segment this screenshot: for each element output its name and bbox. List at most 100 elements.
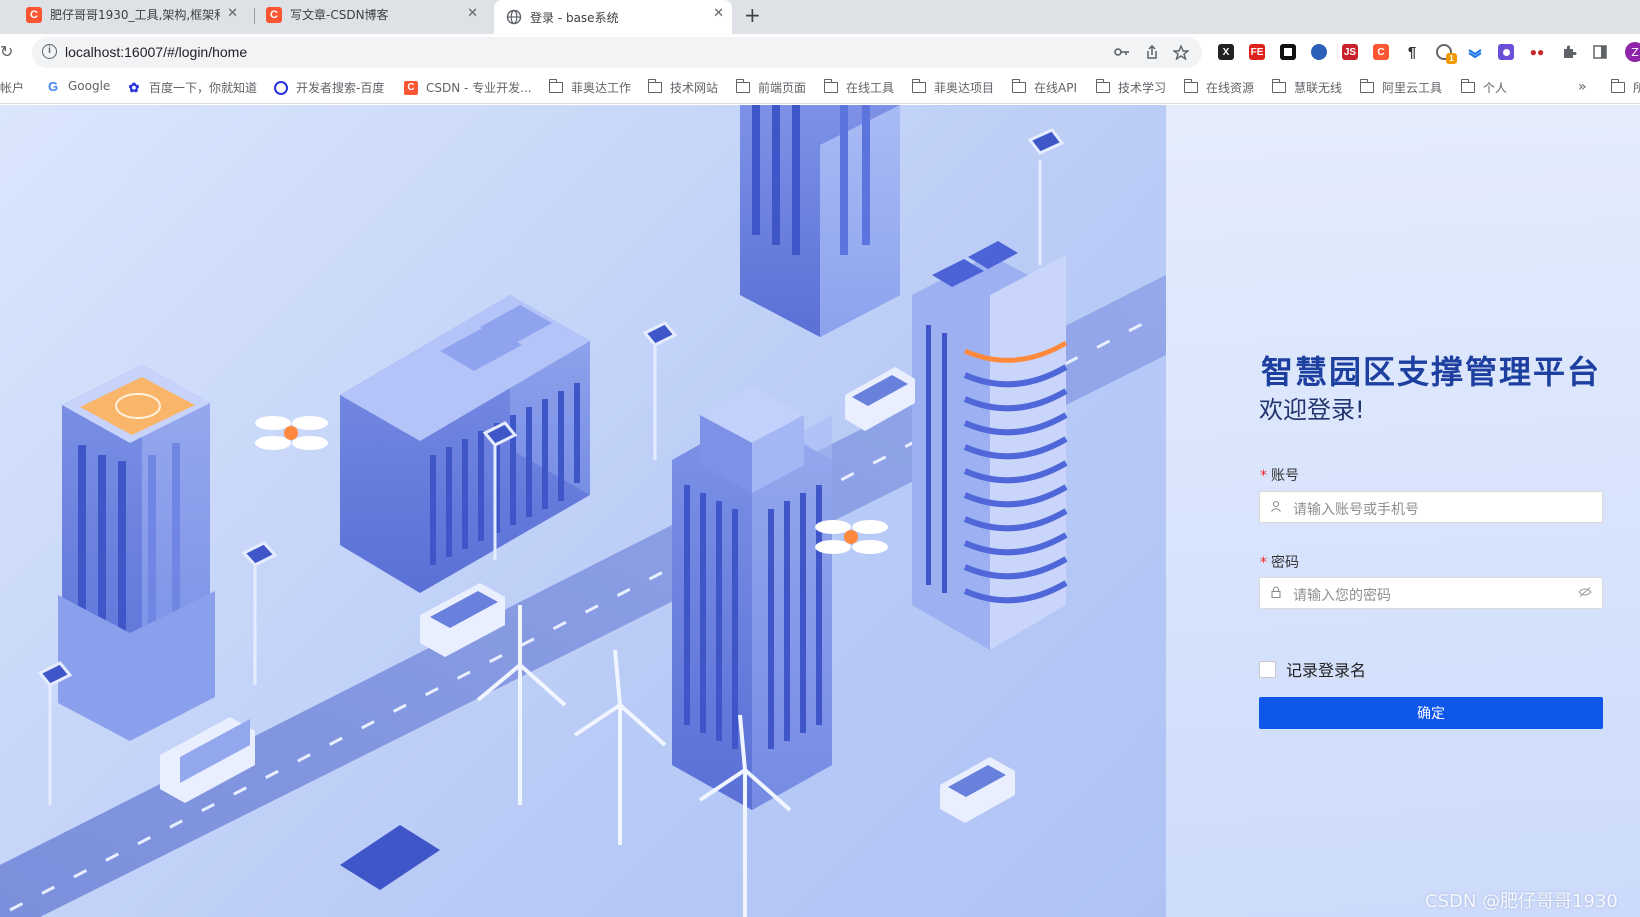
folder-icon bbox=[1272, 79, 1286, 93]
reload-icon[interactable]: ↻ bbox=[0, 42, 13, 61]
bookmark-csdn[interactable]: C CSDN - 专业开发... bbox=[404, 79, 532, 96]
address-bar[interactable]: i localhost:16007/#/login/home bbox=[32, 37, 1202, 68]
folder-icon bbox=[736, 79, 750, 93]
csdn-icon: C bbox=[26, 6, 42, 23]
fe-extension-icon[interactable]: FE bbox=[1249, 44, 1265, 60]
purple-extension-icon[interactable] bbox=[1498, 44, 1514, 60]
bookmark-folder[interactable]: 在线API bbox=[1012, 79, 1077, 96]
smart-city-illustration bbox=[0, 105, 1166, 917]
browser-tab-strip: C 肥仔哥哥1930_工具,架构,框架和 ✕ C 写文章-CSDN博客 ✕ 登录… bbox=[0, 0, 1640, 34]
paragraph-extension-icon[interactable]: ¶ bbox=[1404, 44, 1420, 61]
tab-login-active[interactable]: 登录 - base系统 ✕ bbox=[494, 0, 732, 34]
bookmark-account[interactable]: 帐户 bbox=[0, 79, 24, 96]
extension-badge: 1 bbox=[1446, 53, 1457, 64]
bookmark-label: 百度一下，你就知道 bbox=[149, 81, 258, 95]
platform-title: 智慧园区支撑管理平台 bbox=[1261, 353, 1602, 391]
remember-login[interactable]: 记录登录名 bbox=[1259, 657, 1366, 681]
welcome-heading: 欢迎登录! bbox=[1259, 396, 1365, 424]
folder-icon bbox=[1360, 79, 1374, 93]
folder-icon bbox=[912, 79, 926, 93]
tab-csdn-write[interactable]: C 写文章-CSDN博客 ✕ bbox=[258, 0, 486, 29]
folder-icon bbox=[1012, 79, 1026, 93]
bookmark-label: 阿里云工具 bbox=[1382, 81, 1443, 95]
account-input[interactable]: 请输入账号或手机号 bbox=[1259, 491, 1603, 523]
bookmark-folder[interactable]: 所 bbox=[1611, 79, 1640, 96]
profile-avatar[interactable]: Z bbox=[1625, 42, 1640, 62]
share-icon[interactable] bbox=[1145, 45, 1159, 60]
x-extension-icon[interactable]: X bbox=[1218, 44, 1234, 60]
account-label-text: 账号 bbox=[1271, 468, 1299, 484]
folder-icon bbox=[648, 79, 662, 93]
url-text[interactable]: localhost:16007/#/login/home bbox=[65, 44, 247, 60]
browser-toolbar: ↻ i localhost:16007/#/login/home X FE JS… bbox=[0, 34, 1640, 71]
bookmark-google[interactable]: G Google bbox=[46, 78, 111, 94]
puzzle-icon[interactable] bbox=[1561, 44, 1577, 60]
csdn-icon: C bbox=[266, 6, 282, 23]
close-icon[interactable]: ✕ bbox=[713, 6, 724, 21]
bookmark-folder[interactable]: 菲奥达工作 bbox=[549, 79, 631, 96]
password-label: * 密码 bbox=[1260, 552, 1299, 572]
eye-invisible-icon[interactable] bbox=[1578, 587, 1592, 597]
bookmark-folder[interactable]: 个人 bbox=[1461, 79, 1507, 96]
tab-title: 肥仔哥哥1930_工具,架构,框架和 bbox=[50, 8, 220, 22]
drone-left bbox=[255, 416, 328, 450]
bookmark-dev-search[interactable]: 开发者搜索-百度 bbox=[274, 79, 384, 96]
bookmark-label: 个人 bbox=[1483, 81, 1508, 95]
remember-checkbox[interactable] bbox=[1259, 660, 1276, 678]
bookmarks-overflow-button[interactable]: » bbox=[1578, 79, 1587, 95]
login-page: 智慧园区支撑管理平台 欢迎登录! * 账号 请输入账号或手机号 * 密码 请输入您的… bbox=[0, 105, 1640, 917]
bookmark-folder[interactable]: 技术网站 bbox=[648, 79, 718, 96]
info-icon[interactable]: i bbox=[42, 44, 57, 59]
central-tower bbox=[672, 387, 832, 810]
bookmark-label: 帐户 bbox=[0, 81, 25, 95]
bookmark-label: 在线API bbox=[1034, 81, 1077, 95]
bookmark-folder[interactable]: 技术学习 bbox=[1096, 79, 1166, 96]
bookmark-folder[interactable]: 菲奥达项目 bbox=[912, 79, 994, 96]
car-bottom bbox=[940, 757, 1015, 823]
bookmark-label: Google bbox=[68, 79, 111, 93]
firefox-extension-icon[interactable] bbox=[1311, 44, 1327, 60]
password-input[interactable]: 请输入您的密码 bbox=[1259, 577, 1603, 609]
password-placeholder[interactable]: 请输入您的密码 bbox=[1293, 585, 1391, 605]
tab-title: 写文章-CSDN博客 bbox=[290, 8, 389, 22]
bookmark-folder[interactable]: 在线资源 bbox=[1184, 79, 1254, 96]
office-block bbox=[340, 295, 590, 593]
bookmark-folder[interactable]: 阿里云工具 bbox=[1360, 79, 1442, 96]
csdn-watermark: CSDN @肥仔哥哥1930 bbox=[1425, 891, 1618, 912]
csdn-extension-icon[interactable]: C bbox=[1373, 44, 1389, 60]
user-icon bbox=[1271, 500, 1281, 512]
square-extension-icon[interactable] bbox=[1280, 44, 1296, 60]
bookmark-folder[interactable]: 前端页面 bbox=[736, 79, 806, 96]
bookmark-label: 开发者搜索-百度 bbox=[296, 81, 385, 95]
google-icon: G bbox=[46, 78, 60, 94]
password-label-text: 密码 bbox=[1271, 555, 1299, 571]
layers-extension-icon[interactable] bbox=[1467, 44, 1483, 60]
helipad-tower bbox=[58, 365, 215, 741]
bookmark-label: 技术网站 bbox=[670, 81, 719, 95]
star-icon[interactable] bbox=[1173, 45, 1189, 60]
account-placeholder[interactable]: 请输入账号或手机号 bbox=[1293, 499, 1419, 519]
remember-label[interactable]: 记录登录名 bbox=[1286, 657, 1366, 681]
search-extension-icon[interactable]: 1 bbox=[1436, 44, 1457, 64]
bookmark-folder[interactable]: 慧联无线 bbox=[1272, 79, 1342, 96]
folder-icon bbox=[1184, 79, 1198, 93]
bookmark-label: 所 bbox=[1633, 81, 1640, 95]
bookmark-label: CSDN - 专业开发... bbox=[426, 81, 532, 95]
side-panel-icon[interactable] bbox=[1592, 44, 1608, 60]
bookmark-folder[interactable]: 在线工具 bbox=[824, 79, 894, 96]
top-tower bbox=[740, 105, 900, 337]
folder-icon bbox=[824, 79, 838, 93]
bookmark-label: 菲奥达工作 bbox=[571, 81, 632, 95]
new-tab-button[interactable]: + bbox=[744, 3, 761, 27]
bookmark-baidu[interactable]: ✿ 百度一下，你就知道 bbox=[127, 79, 257, 96]
close-icon[interactable]: ✕ bbox=[227, 6, 238, 21]
close-icon[interactable]: ✕ bbox=[467, 6, 478, 21]
pair-extension-icon[interactable]: ●● bbox=[1529, 44, 1545, 60]
submit-button[interactable]: 确定 bbox=[1259, 697, 1603, 729]
js-extension-icon[interactable]: JS bbox=[1342, 44, 1358, 60]
bookmark-label: 慧联无线 bbox=[1294, 81, 1343, 95]
csdn-icon: C bbox=[404, 80, 418, 95]
bookmark-label: 在线工具 bbox=[846, 81, 895, 95]
tab-csdn-profile[interactable]: C 肥仔哥哥1930_工具,架构,框架和 ✕ bbox=[18, 0, 246, 29]
key-icon[interactable] bbox=[1114, 45, 1130, 59]
